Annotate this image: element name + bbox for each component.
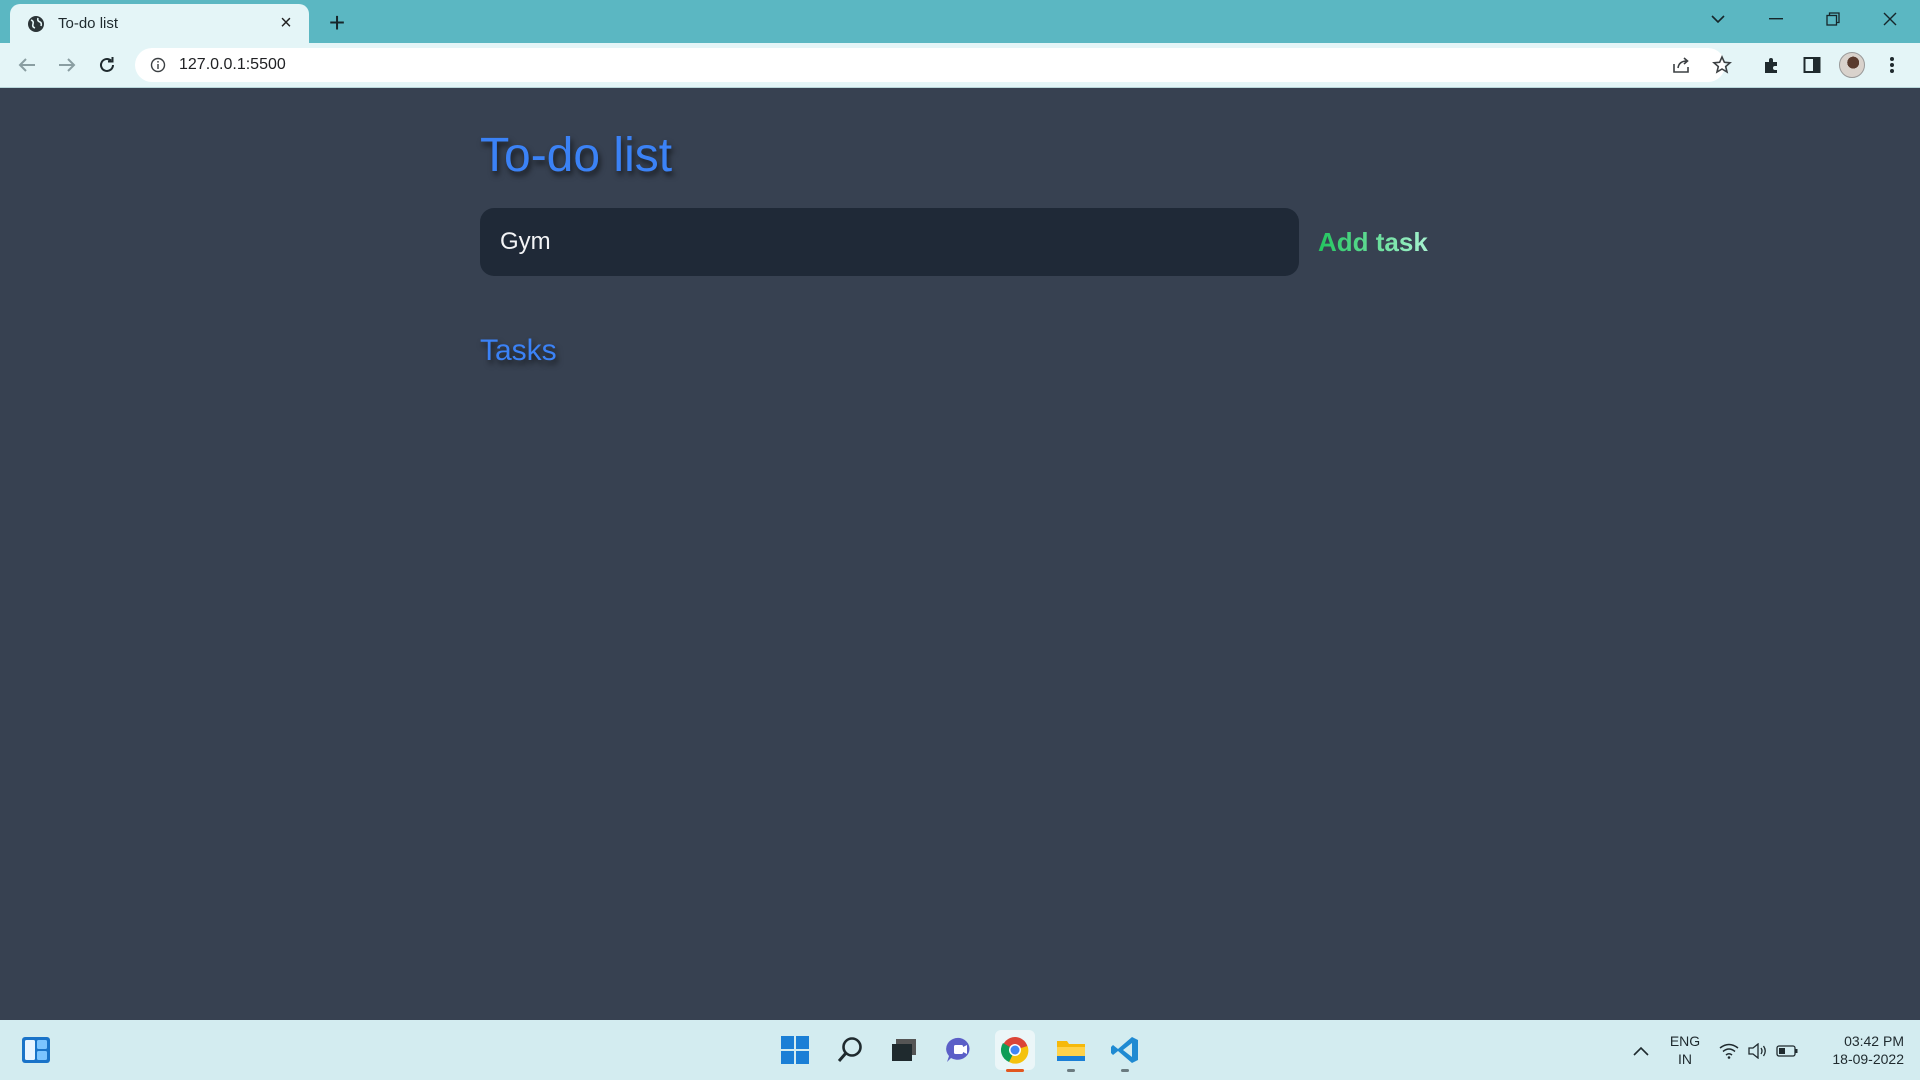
active-app-indicator: [1006, 1069, 1024, 1072]
info-icon[interactable]: [149, 56, 167, 74]
close-tab-icon[interactable]: ×: [275, 12, 297, 35]
side-panel-icon[interactable]: [1795, 48, 1829, 82]
task-input[interactable]: [480, 208, 1299, 276]
add-task-button[interactable]: Add task: [1318, 222, 1428, 262]
share-icon[interactable]: [1665, 48, 1699, 82]
page-title: To-do list: [480, 129, 673, 182]
running-app-indicator: [1067, 1069, 1075, 1072]
tab-title: To-do list: [58, 15, 119, 32]
minimize-button[interactable]: [1748, 0, 1804, 38]
browser-toolbar: 127.0.0.1:5500: [0, 43, 1920, 88]
globe-icon: [26, 14, 46, 34]
page-content: To-do list Add task Tasks: [0, 88, 1920, 1020]
start-icon[interactable]: [775, 1030, 815, 1070]
chrome-icon[interactable]: [995, 1030, 1035, 1072]
address-bar[interactable]: 127.0.0.1:5500: [135, 48, 1725, 82]
wifi-icon[interactable]: [1718, 1040, 1740, 1062]
extensions-icon[interactable]: [1755, 48, 1789, 82]
language-indicator[interactable]: ENG IN: [1665, 1032, 1705, 1068]
battery-icon[interactable]: [1776, 1040, 1798, 1062]
language-code: ENG: [1669, 1033, 1701, 1049]
avatar: [1839, 52, 1865, 78]
chat-icon[interactable]: [940, 1030, 980, 1070]
forward-arrow-icon[interactable]: [50, 48, 84, 82]
profile-avatar[interactable]: [1835, 48, 1869, 82]
restore-button[interactable]: [1805, 0, 1861, 38]
search-icon[interactable]: [830, 1030, 870, 1070]
vscode-icon[interactable]: [1105, 1030, 1145, 1072]
volume-icon[interactable]: [1747, 1040, 1769, 1062]
clock-time: 03:42 PM: [1844, 1033, 1904, 1049]
new-tab-button[interactable]: +: [322, 7, 352, 38]
tasks-heading: Tasks: [480, 334, 557, 367]
windows-taskbar: ENG IN 03:42 PM 18-09-2022: [0, 1020, 1920, 1080]
address-url: 127.0.0.1:5500: [179, 56, 286, 73]
browser-tab[interactable]: To-do list ×: [10, 4, 309, 43]
close-window-button[interactable]: [1862, 0, 1918, 38]
chevron-up-icon[interactable]: [1630, 1040, 1652, 1062]
tab-search-icon[interactable]: [1690, 0, 1746, 38]
clock-date: 18-09-2022: [1832, 1051, 1904, 1067]
reload-icon[interactable]: [90, 48, 124, 82]
file-explorer-icon[interactable]: [1051, 1030, 1091, 1072]
widgets-icon[interactable]: [16, 1030, 56, 1070]
task-view-icon[interactable]: [884, 1030, 924, 1070]
browser-tab-strip: To-do list × +: [0, 0, 1920, 43]
back-arrow-icon[interactable]: [10, 48, 44, 82]
clock[interactable]: 03:42 PM 18-09-2022: [1812, 1032, 1904, 1068]
region-code: IN: [1678, 1051, 1692, 1067]
menu-kebab-icon[interactable]: [1875, 48, 1909, 82]
running-app-indicator: [1121, 1069, 1129, 1072]
star-bookmark-icon[interactable]: [1705, 48, 1739, 82]
